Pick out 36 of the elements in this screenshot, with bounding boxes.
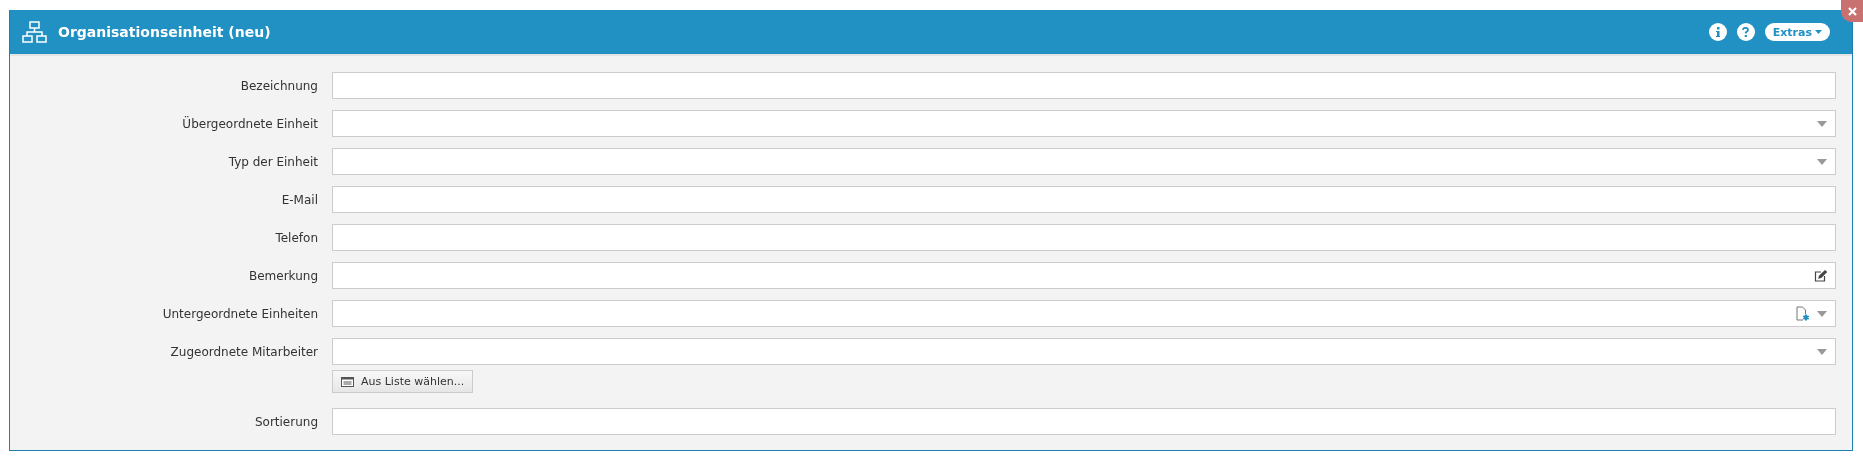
dropdown-field[interactable] [332,338,1836,365]
dropdown-field[interactable] [332,300,1836,327]
dropdown-caret-icon[interactable] [1817,310,1827,317]
close-button[interactable] [1841,0,1863,22]
list-icon [341,376,354,387]
help-button[interactable] [1736,23,1755,41]
dropdown-caret-icon[interactable] [1817,158,1827,165]
field-label: Bezeichnung [239,78,318,93]
field-label: Zugeordnete Mitarbeiter [169,344,318,359]
text-field[interactable] [332,186,1836,213]
info-icon[interactable] [1715,27,1720,37]
close-icon[interactable] [1847,6,1857,16]
field-label: Bemerkung [247,268,318,283]
help-icon[interactable] [1742,27,1750,37]
dropdown-field[interactable] [332,110,1836,137]
text-field[interactable] [332,408,1836,435]
dropdown-caret-icon[interactable] [1817,348,1827,355]
field-label: Übergeordnete Einheit [181,116,318,131]
edit-icon[interactable] [1814,269,1827,282]
field-label: Untergeordnete Einheiten [161,306,318,321]
field-label: Typ der Einheit [227,154,318,169]
window-title: Organisationseinheit (neu) [58,24,272,40]
text-field[interactable] [332,224,1836,251]
info-button[interactable] [1708,23,1727,41]
note-field[interactable] [332,262,1836,289]
field-label: Sortierung [253,414,318,429]
dropdown-caret-icon[interactable] [1817,120,1827,127]
hierarchy-icon [22,21,48,43]
choose-from-list-button[interactable]: Aus Liste wählen... [332,370,474,393]
field-label: Telefon [274,230,318,245]
dropdown-field[interactable] [332,148,1836,175]
field-label: E-Mail [280,192,318,207]
new-document-icon[interactable] [1796,306,1809,321]
extras-menu-button[interactable]: Extras [1764,23,1830,41]
text-field[interactable] [332,72,1836,99]
caret-icon[interactable] [1815,30,1822,34]
